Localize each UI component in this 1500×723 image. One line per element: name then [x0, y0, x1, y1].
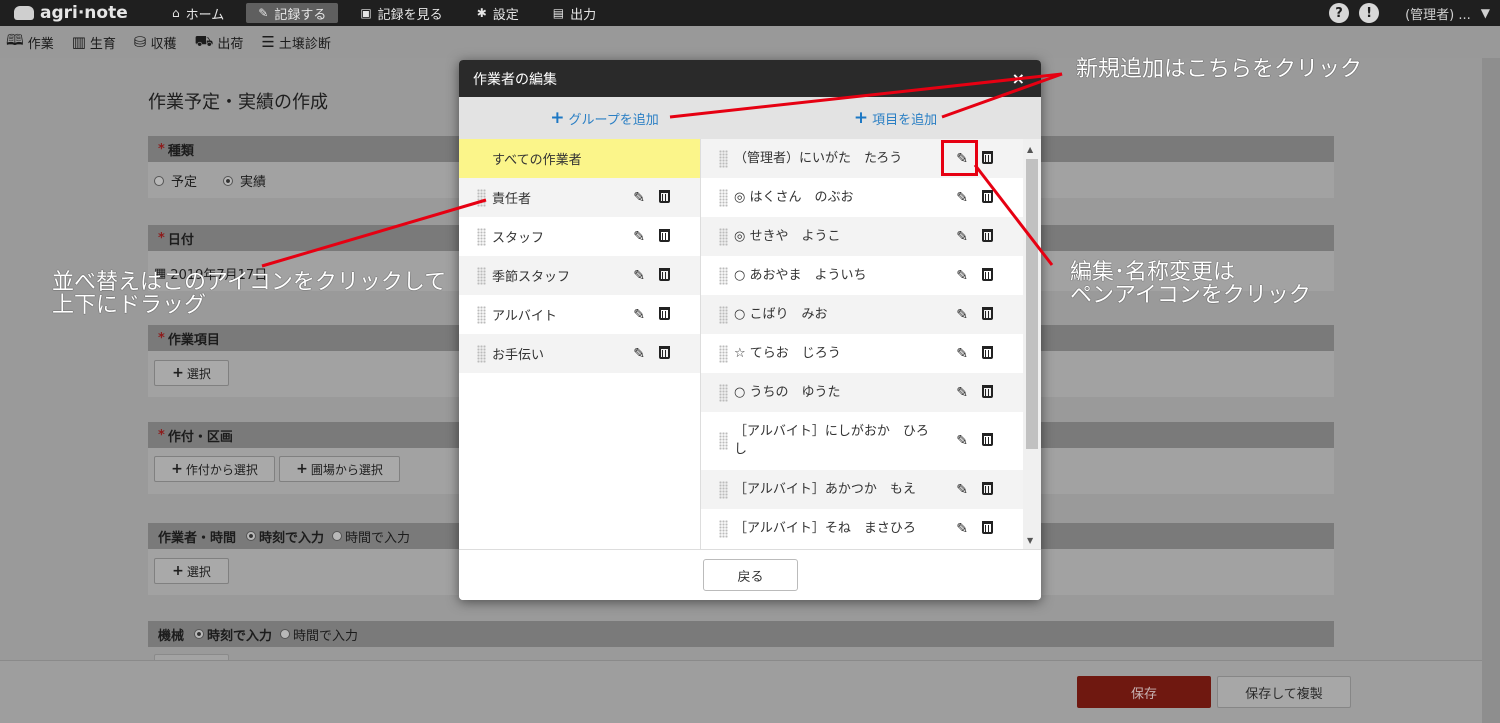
annotation-add-new: 新規追加はこちらをクリック: [1076, 57, 1363, 82]
annotation-sort-line2: 上下にドラッグ: [52, 293, 207, 318]
annotation-line-pencil: [973, 164, 1054, 266]
annotation-lines: [261, 72, 1063, 268]
annotation-line-drag-handle: [261, 198, 487, 268]
annotation-highlight-box: [941, 140, 978, 176]
annotation-sort-line1: 並べ替えはこのアイコンをクリックして: [52, 270, 447, 295]
annotation-edit-line1: 編集･名称変更は: [1070, 260, 1236, 285]
annotation-edit-line2: ペンアイコンをクリック: [1070, 283, 1311, 308]
